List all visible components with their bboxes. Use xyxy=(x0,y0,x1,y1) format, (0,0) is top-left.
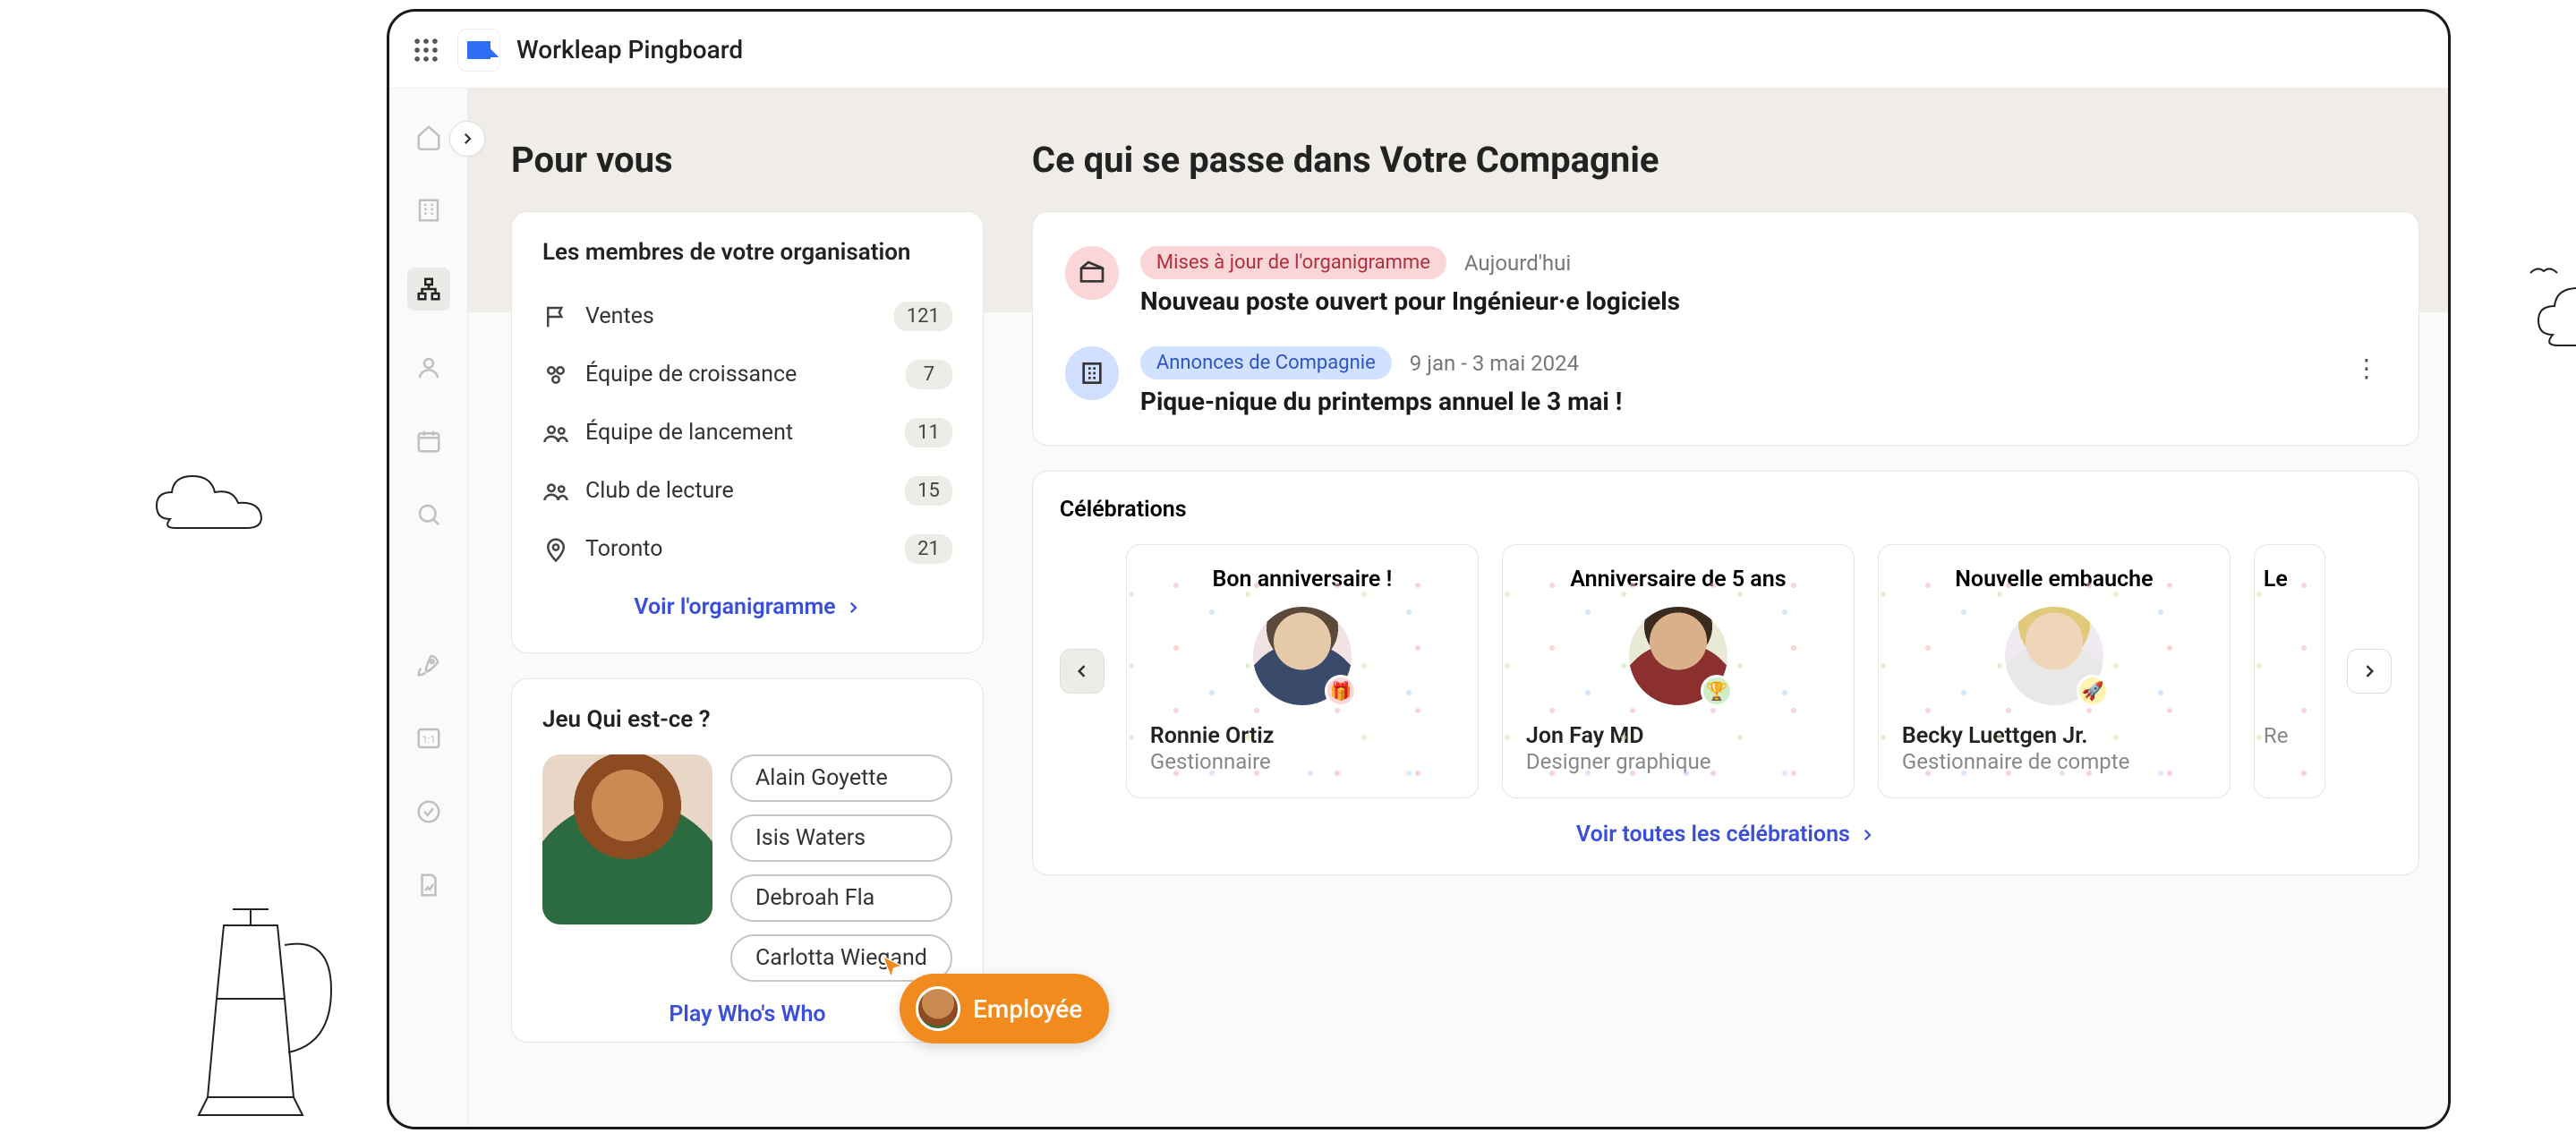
app-logo[interactable] xyxy=(457,29,500,72)
whoswho-option[interactable]: Carlotta Wiegand xyxy=(730,934,952,982)
app-grid-icon[interactable] xyxy=(411,35,441,65)
nav-profile-icon[interactable] xyxy=(413,352,445,384)
carousel-prev-button[interactable] xyxy=(1060,649,1105,694)
nav-home-icon[interactable] xyxy=(413,121,445,153)
nav-search-icon[interactable] xyxy=(413,498,445,531)
celebrations-card: Célébrations Bon anniversaire ! 🎁 Ronnie… xyxy=(1032,471,2419,875)
nav-rocket-icon[interactable] xyxy=(413,649,445,681)
nav-check-icon[interactable] xyxy=(413,796,445,828)
feed-item[interactable]: Mises à jour de l'organigramme Aujourd'h… xyxy=(1065,237,2386,337)
for-you-heading: Pour vous xyxy=(511,139,984,181)
feed-date: 9 jan - 3 mai 2024 xyxy=(1410,351,1579,376)
feed-title: Pique-nique du printemps annuel le 3 mai… xyxy=(1140,387,2325,416)
gift-icon: 🎁 xyxy=(1325,675,1357,707)
titlebar: Workleap Pingboard xyxy=(389,12,2448,89)
count-pill: 121 xyxy=(894,302,952,331)
whoswho-option[interactable]: Debroah Fla xyxy=(730,874,952,922)
celebration-card[interactable]: Anniversaire de 5 ans 🏆 Jon Fay MD Desig… xyxy=(1502,544,1855,798)
chevron-left-icon xyxy=(1073,662,1091,680)
org-row-toronto[interactable]: Toronto 21 xyxy=(542,520,952,578)
org-row-club[interactable]: Club de lecture 15 xyxy=(542,462,952,520)
celebration-card[interactable]: Nouvelle embauche 🚀 Becky Luettgen Jr. G… xyxy=(1878,544,2231,798)
cursor-icon xyxy=(878,954,907,983)
avatar xyxy=(916,986,960,1031)
feed-tag: Mises à jour de l'organigramme xyxy=(1140,246,1446,279)
chevron-right-icon xyxy=(1859,827,1875,843)
feed-more-button[interactable]: ⋮ xyxy=(2347,346,2386,390)
flag-icon xyxy=(542,303,569,330)
feed-tag: Annonces de Compagnie xyxy=(1140,346,1392,379)
org-members-card: Les membres de votre organisation Ventes… xyxy=(511,211,984,653)
nav-oneonone-icon[interactable]: 1:1 xyxy=(413,722,445,754)
app-title: Workleap Pingboard xyxy=(516,35,743,64)
count-pill: 11 xyxy=(905,418,952,447)
celebration-card[interactable]: Le Re xyxy=(2254,544,2325,798)
nav-calendar-icon[interactable] xyxy=(413,425,445,457)
feed-item[interactable]: Annonces de Compagnie 9 jan - 3 mai 2024… xyxy=(1065,337,2386,420)
avatar: 🏆 xyxy=(1629,607,1727,705)
wallet-icon xyxy=(1065,246,1119,300)
collaborator-cursor: Employée xyxy=(900,974,1109,1044)
celebration-card[interactable]: Bon anniversaire ! 🎁 Ronnie Ortiz Gestio… xyxy=(1126,544,1479,798)
feed-heading: Ce qui se passe dans Votre Compagnie xyxy=(1032,139,2419,181)
avatar: 🚀 xyxy=(2005,607,2103,705)
sidebar-expand-button[interactable] xyxy=(449,121,485,157)
view-orgchart-link[interactable]: Voir l'organigramme xyxy=(542,578,952,626)
whoswho-option[interactable]: Isis Waters xyxy=(730,814,952,862)
nav-orgchart-icon[interactable] xyxy=(407,268,450,311)
org-row-ventes[interactable]: Ventes 121 xyxy=(542,287,952,345)
whoswho-title: Jeu Qui est-ce ? xyxy=(542,706,952,733)
count-pill: 7 xyxy=(906,360,952,389)
people-icon xyxy=(542,478,569,505)
org-card-title: Les membres de votre organisation xyxy=(542,239,952,266)
avatar: 🎁 xyxy=(1253,607,1352,705)
nav-company-icon[interactable] xyxy=(413,194,445,226)
feed-title: Nouveau poste ouvert pour Ingénieur·e lo… xyxy=(1140,286,2386,316)
feed-date: Aujourd'hui xyxy=(1464,251,1571,276)
nav-doc-icon[interactable] xyxy=(413,869,445,901)
trophy-icon: 🏆 xyxy=(1701,675,1733,707)
svg-text:1:1: 1:1 xyxy=(422,734,435,745)
pin-icon xyxy=(542,536,569,563)
sidebar: 1:1 xyxy=(389,89,468,1127)
chevron-right-icon xyxy=(845,600,861,616)
app-window: Workleap Pingboard 1:1 Pour vous Les xyxy=(387,9,2451,1129)
building-icon xyxy=(1065,346,1119,400)
whoswho-photo xyxy=(542,754,712,924)
carousel-next-button[interactable] xyxy=(2347,649,2392,694)
play-whoswho-link[interactable]: Play Who's Who xyxy=(542,982,952,1027)
feed-card: Mises à jour de l'organigramme Aujourd'h… xyxy=(1032,211,2419,446)
org-row-lancement[interactable]: Équipe de lancement 11 xyxy=(542,404,952,462)
view-all-celebrations-link[interactable]: Voir toutes les célébrations xyxy=(1060,798,2392,853)
org-row-croissance[interactable]: Équipe de croissance 7 xyxy=(542,345,952,404)
celebrations-title: Célébrations xyxy=(1060,497,2392,523)
count-pill: 21 xyxy=(905,534,952,564)
people-icon xyxy=(542,420,569,447)
rocket-icon: 🚀 xyxy=(2077,675,2109,707)
team-icon xyxy=(542,362,569,388)
chevron-right-icon xyxy=(2360,662,2378,680)
count-pill: 15 xyxy=(905,476,952,506)
whoswho-option[interactable]: Alain Goyette xyxy=(730,754,952,802)
